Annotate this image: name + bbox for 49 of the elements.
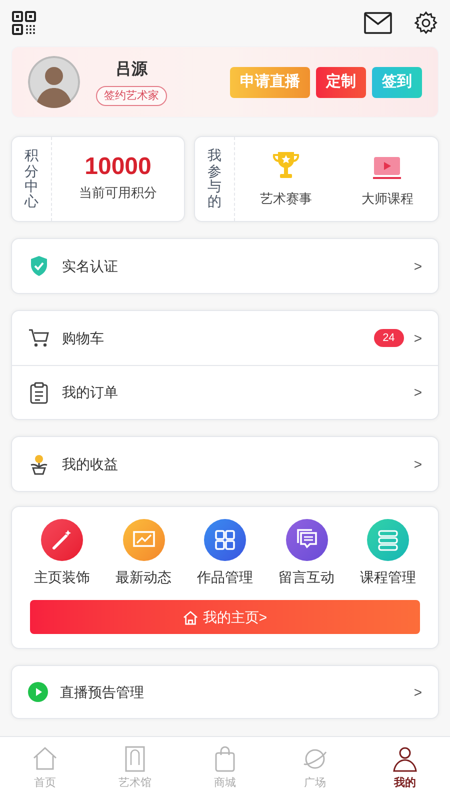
user-icon bbox=[391, 745, 419, 774]
chevron-icon: > bbox=[414, 382, 422, 403]
wand-icon bbox=[41, 519, 83, 561]
participation-link[interactable]: 艺术赛事 bbox=[260, 189, 312, 209]
menu-item[interactable]: 购物车 24 > bbox=[12, 311, 438, 365]
menu-item[interactable]: 我的收益 > bbox=[12, 437, 438, 491]
chevron-icon: > bbox=[414, 256, 422, 276]
mail-icon[interactable] bbox=[364, 12, 392, 34]
action-button[interactable]: 定制 bbox=[316, 66, 366, 98]
books-icon bbox=[367, 519, 409, 561]
menu-item[interactable]: 直播预告管理 > bbox=[11, 665, 439, 719]
menu-label: 购物车 bbox=[62, 328, 104, 348]
chat-icon bbox=[286, 519, 328, 561]
count-badge: 24 bbox=[374, 329, 404, 347]
side-label: 我参与的 bbox=[208, 148, 222, 210]
chevron-icon: > bbox=[414, 328, 422, 348]
tool-label[interactable]: 最新动态 bbox=[116, 567, 172, 588]
points-value: 10000 bbox=[84, 155, 152, 180]
video-icon bbox=[372, 155, 402, 182]
play-icon bbox=[28, 682, 48, 702]
menu-label: 直播预告管理 bbox=[60, 682, 144, 702]
tool-label[interactable]: 作品管理 bbox=[197, 567, 253, 588]
points-caption: 当前可用积分 bbox=[79, 184, 157, 202]
artist-tag: 签约艺术家 bbox=[96, 86, 167, 106]
user-name: 吕源 bbox=[116, 60, 148, 80]
tool-label[interactable]: 留言互动 bbox=[278, 567, 334, 588]
grid-icon bbox=[204, 519, 246, 561]
menu-label: 实名认证 bbox=[62, 256, 118, 276]
avatar[interactable] bbox=[28, 56, 80, 108]
clipboard-icon bbox=[30, 382, 48, 404]
tool-label[interactable]: 主页装饰 bbox=[34, 567, 90, 588]
menu-label: 我的订单 bbox=[62, 383, 118, 402]
menu-item[interactable]: 我的订单 > bbox=[12, 365, 438, 419]
chevron-icon: > bbox=[414, 454, 422, 474]
home-icon bbox=[182, 610, 198, 624]
settings-icon[interactable] bbox=[414, 11, 438, 35]
menu-item[interactable]: 实名认证 > bbox=[12, 239, 438, 293]
side-label: 积分中心 bbox=[24, 148, 38, 210]
chevron-icon: > bbox=[414, 682, 422, 702]
tool-label[interactable]: 课程管理 bbox=[360, 567, 416, 588]
chart-icon bbox=[122, 519, 164, 561]
participation-link[interactable]: 大师课程 bbox=[361, 189, 414, 209]
points-card[interactable]: 积分中心 10000 当前可用积分 bbox=[11, 136, 185, 222]
qr-code-icon[interactable] bbox=[12, 11, 36, 35]
tab-item[interactable]: 我的 bbox=[375, 745, 435, 792]
money-plant-icon bbox=[28, 453, 50, 475]
cart-icon bbox=[28, 328, 50, 348]
shield-icon bbox=[29, 255, 49, 277]
menu-label: 我的收益 bbox=[62, 454, 118, 474]
